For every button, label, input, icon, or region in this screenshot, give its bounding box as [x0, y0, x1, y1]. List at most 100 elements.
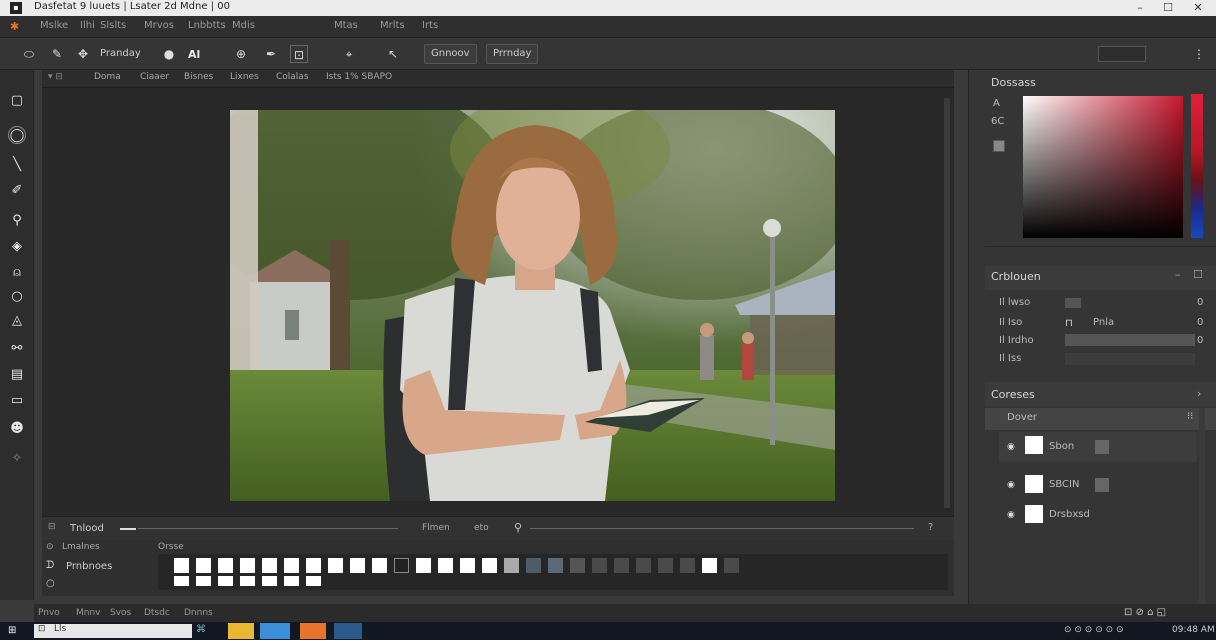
visibility-icon[interactable]: ◉ [1007, 442, 1015, 452]
presets-circle-icon[interactable]: ○ [46, 578, 55, 589]
swatch[interactable] [306, 576, 321, 586]
menu-item-9[interactable]: Irts [422, 20, 438, 31]
swatch[interactable] [438, 558, 453, 573]
layer-mask[interactable] [1095, 478, 1109, 492]
drop-icon[interactable]: ◈ [8, 238, 26, 256]
timeline-value[interactable]: eto [474, 523, 489, 533]
swatch[interactable] [240, 576, 255, 586]
swatch[interactable] [218, 558, 233, 573]
swatch[interactable] [394, 558, 409, 573]
brush-icon[interactable]: ✎ [48, 45, 66, 63]
line-icon[interactable]: ╲ [8, 156, 26, 174]
transform-icon[interactable]: ⊡ [290, 45, 308, 63]
status-icons[interactable]: ⊡ ⊘ ⌂ ◱ [1124, 607, 1166, 618]
prop-row-1-chip[interactable] [1065, 298, 1081, 308]
status-item-3[interactable]: Svos [110, 608, 131, 618]
properties-close-icon[interactable]: ☐ [1193, 268, 1203, 281]
fill-icon[interactable]: ● [160, 45, 178, 63]
taskbar-app-5-icon[interactable] [334, 623, 362, 639]
bell-icon[interactable]: ⍝ [8, 264, 26, 282]
layer-name-2[interactable]: SBCIN [1049, 479, 1079, 490]
menu-item-3[interactable]: Slslts [100, 20, 126, 31]
start-icon[interactable]: ⊞ [8, 625, 16, 636]
swatch[interactable] [702, 558, 717, 573]
visibility-icon[interactable]: ◉ [1007, 480, 1015, 490]
menu-item-6[interactable]: Mdis [232, 20, 255, 31]
taskbar-app-2-icon[interactable] [228, 623, 254, 639]
layers-scrollbar[interactable] [1199, 408, 1205, 604]
swatch[interactable] [526, 558, 541, 573]
status-item-1[interactable]: Pnvo [38, 608, 60, 618]
swatch[interactable] [570, 558, 585, 573]
status-item-2[interactable]: Mnnv [76, 608, 101, 618]
timeline-track[interactable] [138, 528, 398, 529]
menu-item-5[interactable]: Lnbbtts [188, 20, 226, 31]
minimize-button[interactable]: – [1126, 0, 1154, 16]
mode-label[interactable]: Pranday [100, 48, 141, 59]
prop-row-3-slider[interactable] [1065, 334, 1195, 346]
swatch[interactable] [262, 576, 277, 586]
cursor-icon[interactable]: ↖ [384, 45, 402, 63]
swatch[interactable] [240, 558, 255, 573]
swatch[interactable] [636, 558, 651, 573]
prop-row-4-field[interactable] [1065, 353, 1195, 365]
swatch[interactable] [306, 558, 321, 573]
swatch[interactable] [284, 576, 299, 586]
swatch[interactable] [328, 558, 343, 573]
status-item-5[interactable]: Dnnns [184, 608, 213, 618]
lasso-icon[interactable]: ⌖ [340, 45, 358, 63]
menu-item-8[interactable]: Mrlts [380, 20, 405, 31]
taskbar-app-1-icon[interactable]: ⌘ [196, 624, 206, 635]
zoom-tool-icon[interactable]: ⚲ [8, 212, 26, 230]
timeline-end[interactable]: ? [928, 522, 933, 533]
layer-name-1[interactable]: Sbon [1049, 441, 1074, 452]
swatch[interactable] [724, 558, 739, 573]
font-label[interactable]: Al [188, 48, 200, 61]
swatch[interactable] [482, 558, 497, 573]
option-button-1[interactable]: Gnnoov [424, 44, 477, 64]
timeline-scrub[interactable] [530, 528, 914, 529]
canvas-scrollbar[interactable] [944, 98, 950, 508]
eyedropper-icon[interactable]: ⚯ [8, 340, 26, 358]
layers-menu-icon[interactable]: › [1197, 387, 1201, 400]
close-button[interactable]: ✕ [1184, 0, 1212, 16]
taskbar-app-3-icon[interactable] [260, 623, 290, 639]
zoom-icon[interactable]: ⊕ [232, 45, 250, 63]
swatch[interactable] [504, 558, 519, 573]
swatch[interactable] [284, 558, 299, 573]
properties-minimize-icon[interactable]: – [1175, 268, 1181, 281]
swatch[interactable] [218, 576, 233, 586]
swatch[interactable] [350, 558, 365, 573]
visibility-icon[interactable]: ◉ [1007, 510, 1015, 520]
layer-mask[interactable] [1095, 440, 1109, 454]
swatch[interactable] [196, 558, 211, 573]
shield-icon[interactable]: ◬ [8, 312, 26, 330]
option-button-2[interactable]: Prrnday [486, 44, 539, 64]
swatch[interactable] [592, 558, 607, 573]
menu-item-7[interactable]: Mtas [334, 20, 358, 31]
pen-icon[interactable]: ✒ [262, 45, 280, 63]
swatch[interactable] [460, 558, 475, 573]
swatch[interactable] [174, 558, 189, 573]
tab-2[interactable]: Ciaaer [140, 72, 169, 82]
swatch[interactable] [680, 558, 695, 573]
menu-item-4[interactable]: Mrvos [144, 20, 174, 31]
tab-menu-icon[interactable]: ▾ ⊟ [48, 72, 63, 82]
swatch[interactable] [262, 558, 277, 573]
timeline-handle[interactable] [120, 528, 136, 530]
swatch[interactable] [548, 558, 563, 573]
photo-image[interactable] [230, 110, 835, 501]
paint-icon[interactable]: ✐ [8, 182, 26, 200]
person-icon[interactable]: ☻ [8, 420, 26, 438]
swatch[interactable] [658, 558, 673, 573]
swatch[interactable] [416, 558, 431, 573]
home-icon[interactable]: ✱ [10, 21, 22, 33]
tab-5[interactable]: Colalas [276, 72, 309, 82]
color-swatch[interactable] [993, 140, 1005, 152]
color-picker-field[interactable] [1023, 96, 1183, 238]
taskbar-app-4-icon[interactable] [300, 623, 326, 639]
hue-slider[interactable] [1191, 94, 1203, 238]
settings-icon[interactable]: ⋮ [1190, 45, 1208, 63]
frame-icon[interactable]: ▭ [8, 392, 26, 410]
wand-icon[interactable]: ✧ [8, 450, 26, 468]
